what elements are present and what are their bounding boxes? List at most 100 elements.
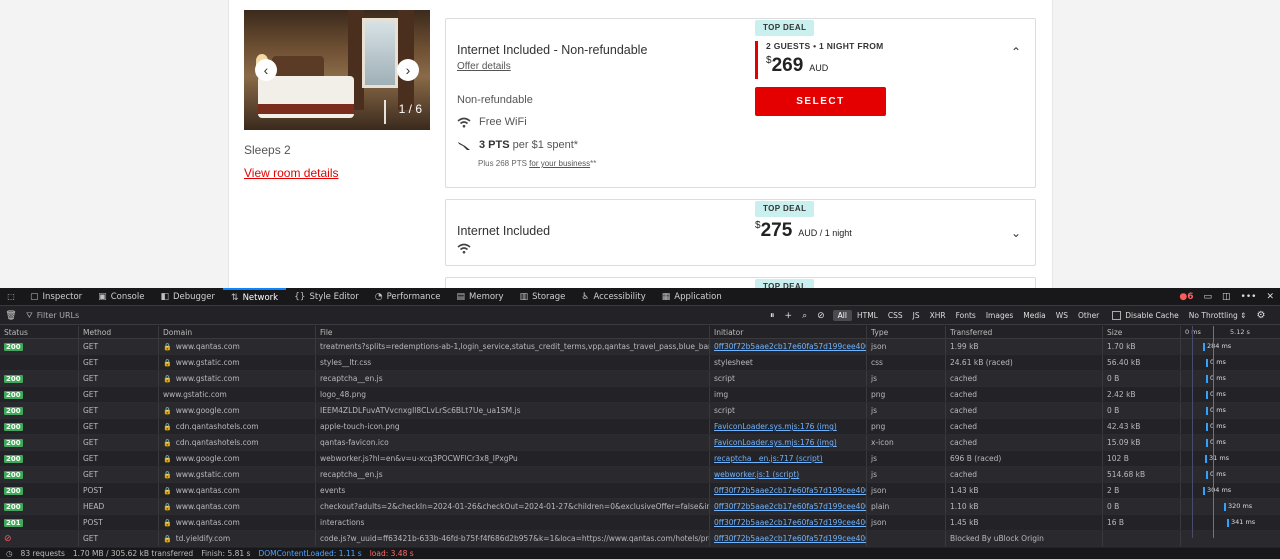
tab-style-editor[interactable]: {} Style Editor [286,288,367,306]
photo-prev-button[interactable]: ‹ [255,59,277,81]
offer-card[interactable]: Internet Included TOP DEAL $ 275 AUD / 1… [445,199,1036,266]
table-row[interactable]: 200 GET 🔒 www.google.com IEEM4ZLDLFuvATVvcnx… [0,403,1280,419]
initiator-link[interactable]: 0ff30f72b5aae2cb17e60fa57d199cee4001... [714,486,866,495]
table-row[interactable]: 200 GET 🔒 cdn.qantashotels.com qantas-favico… [0,435,1280,451]
table-row[interactable]: 201 POST 🔒 www.qantas.com interactions 0ff30f… [0,515,1280,531]
initiator-link[interactable]: FaviconLoader.sys.mjs:176 (img) [714,438,837,447]
domain-text: www.gstatic.com [175,374,240,383]
column-header-file[interactable]: File [316,326,710,338]
filter-css[interactable]: CSS [883,310,908,321]
element-picker-icon[interactable]: ⬚ [0,292,22,301]
table-row[interactable]: 200 POST 🔒 www.qantas.com events 0ff30f72b5aa… [0,483,1280,499]
table-row[interactable]: 200 GET www.gstatic.com logo_48.png img png ca… [0,387,1280,403]
tab-inspector[interactable]: ▢ Inspector [22,288,90,306]
close-icon[interactable]: ✕ [1266,292,1274,302]
initiator-cell[interactable]: 0ff30f72b5aae2cb17e60fa57d199cee4001... [710,339,867,354]
tab-performance[interactable]: ◔ Performance [367,288,449,306]
initiator-cell[interactable]: 0ff30f72b5aae2cb17e60fa57d199cee4001... [710,515,867,530]
chevron-up-icon[interactable]: ⌃ [1011,45,1021,59]
waterfall-label: 304 ms [1207,486,1232,494]
table-row[interactable]: 200 GET 🔒 www.gstatic.com recaptcha__en.js we… [0,467,1280,483]
column-header-waterfall[interactable]: 0 ms 5.12 s [1181,326,1280,338]
pause-icon[interactable]: ⏸ [770,311,775,321]
chevron-down-icon[interactable]: ⌄ [1011,226,1021,240]
column-header-method[interactable]: Method [79,326,159,338]
filter-urls-input[interactable]: ⛛ Filter URLs [22,307,762,325]
search-icon[interactable]: ⌕ [802,311,807,321]
disable-cache-checkbox[interactable] [1112,311,1122,320]
select-button[interactable]: SELECT [755,87,886,116]
filter-media[interactable]: Media [1018,310,1051,321]
initiator-cell[interactable]: 0ff30f72b5aae2cb17e60fa57d199cee4001... [710,531,867,546]
file-cell: interactions [316,515,710,530]
throttling-select[interactable]: No Throttling ⇕ [1189,311,1247,320]
offer-title: Internet Included [457,224,551,238]
initiator-link[interactable]: 0ff30f72b5aae2cb17e60fa57d199cee4001... [714,534,866,543]
tab-application[interactable]: ▦ Application [654,288,730,306]
initiator-link[interactable]: recaptcha__en.js:717 (script) [714,454,823,463]
offer-details-link[interactable]: Offer details [457,61,511,72]
filter-images[interactable]: Images [981,310,1018,321]
filter-html[interactable]: HTML [852,310,883,321]
column-header-domain[interactable]: Domain [159,326,316,338]
initiator-cell[interactable]: FaviconLoader.sys.mjs:176 (img) [710,419,867,434]
initiator-cell[interactable]: webworker.js:1 (script) [710,467,867,482]
domain-cell: 🔒 www.qantas.com [159,499,316,514]
block-icon[interactable]: ⊘ [817,311,825,321]
room-photo[interactable]: ‹ › 1 / 6 [244,10,430,130]
table-row[interactable]: 200 GET 🔒 cdn.qantashotels.com apple-touch-i… [0,419,1280,435]
domain-text: www.qantas.com [175,486,240,495]
gear-icon[interactable]: ⚙ [1256,310,1265,321]
table-row[interactable]: 200 GET 🔒 www.qantas.com treatments?splits=r… [0,339,1280,355]
trash-icon[interactable]: 🗑 [0,311,22,321]
domain-text: www.gstatic.com [163,390,227,399]
business-link[interactable]: for your business [529,159,590,168]
wifi-label: Free WiFi [479,116,527,128]
view-room-details-link[interactable]: View room details [244,166,339,180]
initiator-cell[interactable]: 0ff30f72b5aae2cb17e60fa57d199cee4001... [710,499,867,514]
waterfall-bar [1206,471,1208,479]
table-row[interactable]: 200 GET 🔒 www.gstatic.com recaptcha__en.js sc… [0,371,1280,387]
disable-cache-toggle[interactable]: Disable Cache [1112,311,1179,320]
tab-memory[interactable]: ▤ Memory [448,288,511,306]
column-header-type[interactable]: Type [867,326,946,338]
tab-network[interactable]: ⇅ Network [223,287,287,306]
column-header-transferred[interactable]: Transferred [946,326,1103,338]
initiator-cell[interactable]: 0ff30f72b5aae2cb17e60fa57d199cee4001... [710,483,867,498]
initiator-link[interactable]: webworker.js:1 (script) [714,470,799,479]
offer-title: Internet Included - Non-refundable [457,43,648,57]
tab-console[interactable]: ▣ Console [90,288,152,306]
photo-next-button[interactable]: › [397,59,419,81]
initiator-link[interactable]: 0ff30f72b5aae2cb17e60fa57d199cee4001... [714,518,866,527]
transferred-cell: 1.45 kB [946,515,1103,530]
dock-icon[interactable]: ◫ [1222,292,1231,302]
responsive-mode-icon[interactable]: ▭ [1203,292,1212,302]
table-row[interactable]: GET 🔒 www.gstatic.com styles__ltr.css styles… [0,355,1280,371]
add-icon[interactable]: + [785,311,793,321]
column-header-size[interactable]: Size [1103,326,1181,338]
domain-cell: 🔒 www.google.com [159,451,316,466]
offer-card[interactable]: TOP DEAL [445,277,1036,288]
initiator-cell[interactable]: FaviconLoader.sys.mjs:176 (img) [710,435,867,450]
more-options-icon[interactable]: ••• [1241,292,1257,302]
table-row[interactable]: ⊘ GET 🔒 td.yieldify.com code.js?w_uuid=ff634… [0,531,1280,547]
tab-storage[interactable]: ▥ Storage [512,288,574,306]
initiator-link[interactable]: 0ff30f72b5aae2cb17e60fa57d199cee4001... [714,342,866,351]
filter-all[interactable]: All [832,310,852,321]
table-row[interactable]: 200 HEAD 🔒 www.qantas.com checkout?adults=2&… [0,499,1280,515]
table-row[interactable]: 200 GET 🔒 www.google.com webworker.js?hl=en&… [0,451,1280,467]
filter-other[interactable]: Other [1073,310,1104,321]
filter-ws[interactable]: WS [1051,310,1073,321]
column-header-status[interactable]: Status [0,326,79,338]
filter-xhr[interactable]: XHR [925,310,951,321]
method-cell: GET [79,403,159,418]
initiator-link[interactable]: FaviconLoader.sys.mjs:176 (img) [714,422,837,431]
filter-fonts[interactable]: Fonts [951,310,981,321]
initiator-cell[interactable]: recaptcha__en.js:717 (script) [710,451,867,466]
column-header-initiator[interactable]: Initiator [710,326,867,338]
error-indicator[interactable]: ●6 [1179,292,1193,302]
initiator-link[interactable]: 0ff30f72b5aae2cb17e60fa57d199cee4001... [714,502,866,511]
tab-debugger[interactable]: ◧ Debugger [152,288,223,306]
filter-js[interactable]: JS [908,310,925,321]
tab-accessibility[interactable]: ♿ Accessibility [573,288,653,306]
